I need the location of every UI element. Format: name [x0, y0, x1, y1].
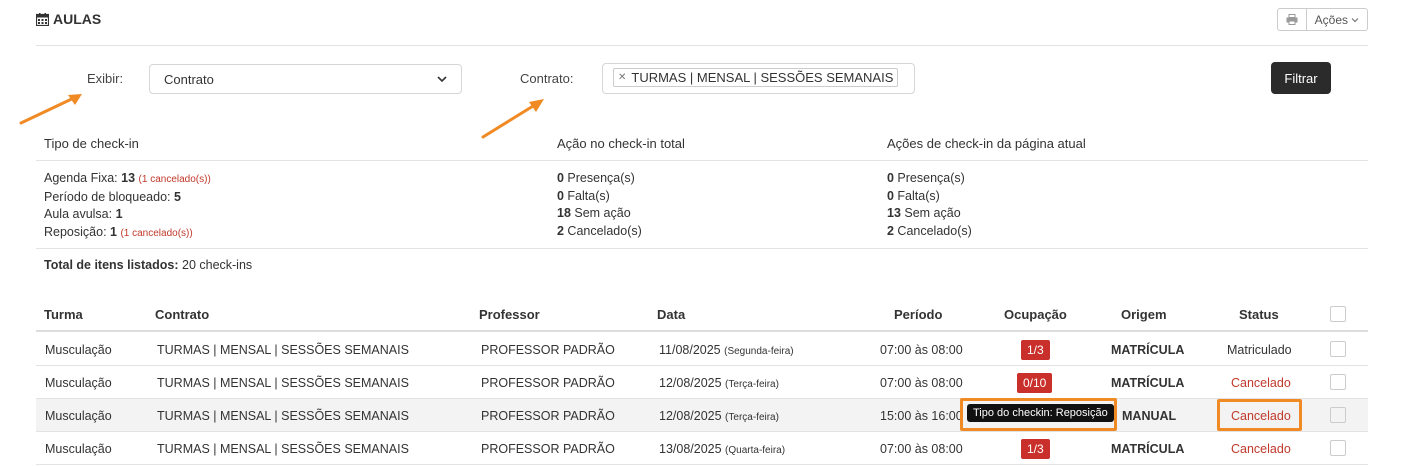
cell-professor: PROFESSOR PADRÃO [481, 343, 615, 357]
col-professor[interactable]: Professor [479, 307, 540, 322]
highlight-box [1217, 399, 1302, 431]
cell-turma: Musculação [45, 343, 112, 357]
col-ocupacao[interactable]: Ocupação [1004, 307, 1067, 322]
tipo-checkin-title: Tipo de check-in [44, 136, 139, 151]
cell-origem: MATRÍCULA [1111, 376, 1185, 390]
occupancy-badge: 0/10 [1017, 373, 1053, 393]
cell-turma: Musculação [45, 376, 112, 390]
cell-contrato: TURMAS | MENSAL | SESSÕES SEMANAIS [157, 343, 409, 357]
table-row[interactable]: Musculação TURMAS | MENSAL | SESSÕES SEM… [36, 333, 1368, 366]
filter-button[interactable]: Filtrar [1271, 62, 1331, 94]
cell-origem: MATRÍCULA [1111, 442, 1185, 456]
contrato-multiselect[interactable]: ✕ TURMAS | MENSAL | SESSÕES SEMANAIS [602, 63, 915, 94]
cell-contrato: TURMAS | MENSAL | SESSÕES SEMANAIS [157, 409, 409, 423]
cell-status: Cancelado [1231, 376, 1291, 390]
acao-pagina-list: 0 Presença(s) 0 Falta(s) 13 Sem ação 2 C… [887, 171, 972, 239]
cell-data: 11/08/2025 (Segunda-feira) [659, 343, 794, 357]
cell-professor: PROFESSOR PADRÃO [481, 376, 615, 390]
occupancy-badge: 1/3 [1021, 340, 1050, 360]
actions-dropdown-button[interactable]: Ações [1306, 8, 1368, 31]
row-checkbox[interactable] [1330, 407, 1346, 423]
divider [36, 248, 1368, 249]
col-data[interactable]: Data [657, 307, 685, 322]
remove-tag-icon[interactable]: ✕ [618, 72, 626, 83]
contrato-tag: ✕ TURMAS | MENSAL | SESSÕES SEMANAIS [613, 68, 899, 87]
highlight-box [960, 398, 1117, 431]
row-checkbox[interactable] [1330, 440, 1346, 456]
cell-data: 13/08/2025 (Quarta-feira) [659, 442, 786, 456]
col-periodo[interactable]: Período [894, 307, 942, 322]
acao-total-list: 0 Presença(s) 0 Falta(s) 18 Sem ação 2 C… [557, 171, 642, 239]
printer-icon [1286, 14, 1298, 25]
page-title-text: AULAS [53, 11, 102, 27]
cell-turma: Musculação [45, 442, 112, 456]
cell-turma: Musculação [45, 409, 112, 423]
contrato-tag-label: TURMAS | MENSAL | SESSÕES SEMANAIS [631, 70, 894, 85]
col-contrato[interactable]: Contrato [155, 307, 209, 322]
col-turma[interactable]: Turma [44, 307, 83, 322]
page-header: AULAS Ações [36, 8, 1368, 46]
col-status[interactable]: Status [1239, 307, 1279, 322]
chevron-down-icon [437, 76, 447, 83]
occupancy-badge: 1/3 [1021, 439, 1050, 459]
page-title: AULAS [36, 11, 101, 27]
table-row[interactable]: Musculação TURMAS | MENSAL | SESSÕES SEM… [36, 399, 1368, 432]
cancelado-note: (1 cancelado(s)) [138, 174, 211, 185]
annotation-arrow-icon [19, 94, 82, 125]
cell-periodo: 07:00 às 08:00 [880, 442, 963, 456]
cell-origem: MANUAL [1122, 409, 1177, 423]
row-checkbox[interactable] [1330, 341, 1346, 357]
actions-label: Ações [1314, 12, 1348, 27]
annotation-arrow-icon [481, 99, 544, 139]
table-row[interactable]: Musculação TURMAS | MENSAL | SESSÕES SEM… [36, 366, 1368, 399]
cancelado-note: (1 cancelado(s)) [120, 228, 193, 240]
exibir-label: Exibir: [87, 71, 124, 86]
acao-pagina-title: Ações de check-in da página atual [887, 136, 1086, 151]
table-row[interactable]: Musculação TURMAS | MENSAL | SESSÕES SEM… [36, 432, 1368, 465]
acao-total-title: Ação no check-in total [557, 136, 685, 151]
contrato-label: Contrato: [520, 71, 574, 86]
cell-periodo: 15:00 às 16:00 [880, 409, 963, 423]
cell-origem: MATRÍCULA [1111, 343, 1185, 357]
col-origem[interactable]: Origem [1121, 307, 1167, 322]
cell-contrato: TURMAS | MENSAL | SESSÕES SEMANAIS [157, 442, 409, 456]
cell-periodo: 07:00 às 08:00 [880, 376, 963, 390]
exibir-value: Contrato [164, 71, 214, 87]
print-button[interactable] [1276, 8, 1307, 31]
tipo-checkin-list: Agenda Fixa: 13 (1 cancelado(s)) Período… [44, 171, 211, 240]
exibir-select[interactable]: Contrato [149, 64, 462, 94]
cell-data: 12/08/2025 (Terça-feira) [659, 409, 779, 423]
cell-professor: PROFESSOR PADRÃO [481, 442, 615, 456]
cell-periodo: 07:00 às 08:00 [880, 343, 963, 357]
divider [36, 160, 1368, 161]
chevron-down-icon [1351, 17, 1359, 22]
row-checkbox[interactable] [1330, 374, 1346, 390]
cell-contrato: TURMAS | MENSAL | SESSÕES SEMANAIS [157, 376, 409, 390]
cell-status: Cancelado [1231, 442, 1291, 456]
table-header: Turma Contrato Professor Data Período Oc… [36, 298, 1368, 332]
calendar-icon [36, 12, 49, 26]
select-all-checkbox[interactable] [1330, 306, 1346, 322]
total-items: Total de itens listados: 20 check-ins [44, 258, 253, 272]
cell-professor: PROFESSOR PADRÃO [481, 409, 615, 423]
cell-data: 12/08/2025 (Terça-feira) [659, 376, 779, 390]
cell-status: Matriculado [1227, 343, 1292, 357]
